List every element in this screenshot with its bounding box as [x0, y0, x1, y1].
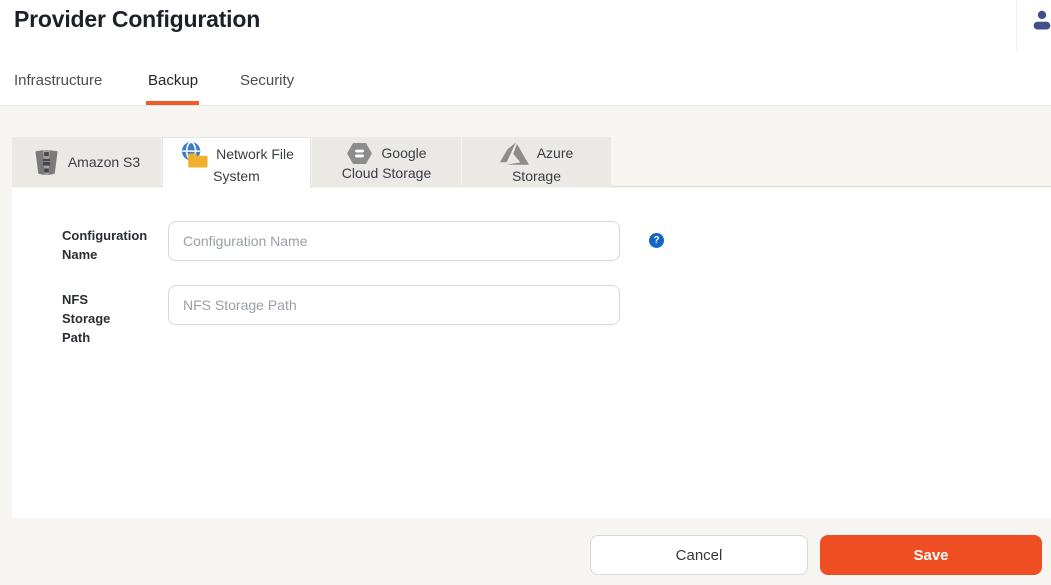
help-icon[interactable]: ?	[649, 233, 664, 248]
provider-tab-network-file-system[interactable]: Network File System	[162, 137, 311, 188]
tab-security[interactable]: Security	[240, 72, 294, 89]
tab-infrastructure[interactable]: Infrastructure	[14, 72, 102, 89]
provider-tab-strip: Amazon S3	[12, 137, 1051, 187]
active-tab-underline	[146, 101, 199, 105]
configuration-name-input[interactable]	[168, 221, 620, 261]
provider-tab-label: Amazon S3	[68, 154, 140, 171]
nfs-storage-path-label: NFS Storage Path	[62, 285, 136, 347]
provider-tab-azure-storage[interactable]: Azure Storage	[462, 137, 611, 187]
form-row-nfs-storage-path: NFS Storage Path	[62, 285, 620, 347]
provider-tab-label-line2: System	[213, 168, 260, 185]
network-file-system-icon	[179, 141, 208, 168]
tab-backup[interactable]: Backup	[148, 72, 198, 89]
header-divider	[1016, 0, 1017, 50]
page-body: Amazon S3	[0, 106, 1051, 585]
azure-storage-icon	[500, 139, 529, 168]
provider-config-panel: Configuration Name ? NFS Storage Path	[12, 188, 1051, 518]
save-button[interactable]: Save	[820, 535, 1042, 575]
user-menu-button[interactable]	[1031, 9, 1051, 31]
page-title: Provider Configuration	[14, 6, 260, 33]
google-cloud-storage-icon	[346, 142, 373, 165]
provider-tab-label: Azure	[537, 145, 574, 162]
cancel-button[interactable]: Cancel	[590, 535, 808, 575]
provider-tab-label: Network File	[216, 146, 294, 163]
provider-tab-google-cloud-storage[interactable]: Google Cloud Storage	[312, 137, 461, 187]
nfs-storage-path-input[interactable]	[168, 285, 620, 325]
amazon-s3-icon	[33, 148, 60, 177]
form-row-configuration-name: Configuration Name ?	[62, 221, 664, 264]
provider-configuration-screen: Provider Configuration Infrastructure Ba…	[0, 0, 1051, 585]
header: Provider Configuration Infrastructure Ba…	[0, 0, 1051, 106]
footer-action-bar: Cancel Save	[0, 518, 1051, 585]
provider-tab-label: Google	[381, 145, 426, 162]
provider-tab-label-line2: Storage	[512, 168, 561, 185]
provider-tab-label-line2: Cloud Storage	[342, 165, 432, 182]
provider-tab-amazon-s3[interactable]: Amazon S3	[12, 137, 161, 187]
user-icon	[1031, 19, 1051, 34]
configuration-name-label: Configuration Name	[62, 221, 136, 264]
